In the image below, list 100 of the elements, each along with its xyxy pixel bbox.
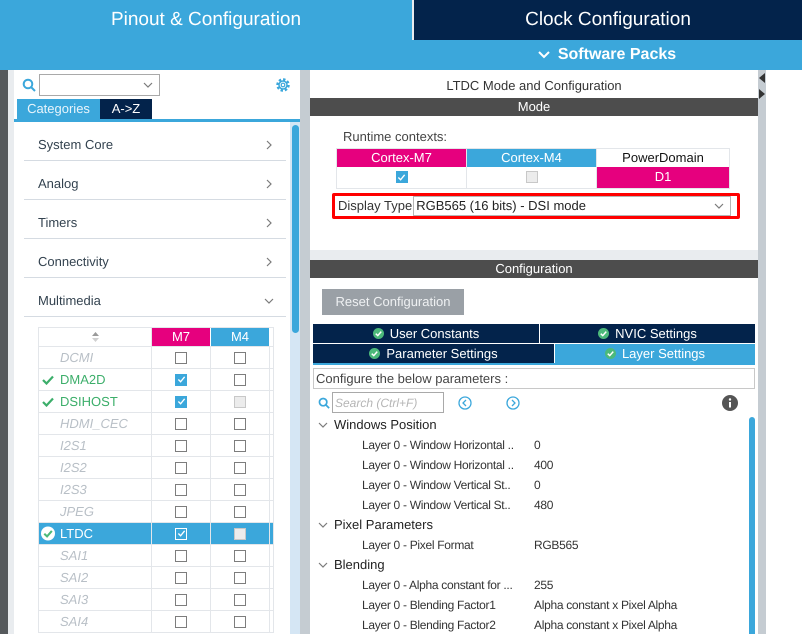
peripheral-row[interactable]: I2S1 bbox=[39, 434, 273, 456]
category-item[interactable]: Timers bbox=[24, 200, 286, 239]
check-circle-icon bbox=[372, 328, 384, 339]
column-header: M4 bbox=[211, 328, 270, 346]
peripheral-row[interactable]: I2S3 bbox=[39, 478, 273, 500]
peripheral-row[interactable]: HDMI_CEC bbox=[39, 412, 273, 434]
parameter-value: 0 bbox=[534, 437, 540, 454]
chevron-down-icon bbox=[318, 420, 328, 430]
peripheral-name: JPEG bbox=[60, 502, 94, 521]
check-icon bbox=[42, 374, 54, 384]
scrollbar-thumb[interactable] bbox=[749, 417, 755, 634]
checkbox[interactable] bbox=[175, 440, 187, 452]
category-item[interactable]: Multimedia bbox=[24, 278, 286, 317]
peripheral-name: LTDC bbox=[60, 524, 93, 543]
group-row[interactable]: Windows Position bbox=[310, 415, 746, 435]
checkbox[interactable] bbox=[234, 462, 246, 474]
category-item[interactable]: Connectivity bbox=[24, 239, 286, 278]
reset-configuration-button[interactable]: Reset Configuration bbox=[322, 289, 464, 315]
peripheral-name: SAI2 bbox=[60, 568, 88, 587]
group-row[interactable]: Blending bbox=[310, 555, 746, 575]
chevron-down-icon bbox=[318, 560, 328, 570]
peripheral-row[interactable]: SAI3 bbox=[39, 588, 273, 610]
display-type-label: Display Type bbox=[338, 196, 412, 215]
scrollbar-thumb[interactable] bbox=[292, 125, 298, 333]
checkbox[interactable] bbox=[234, 550, 246, 562]
config-tab[interactable]: Layer Settings bbox=[555, 344, 755, 363]
next-icon[interactable] bbox=[506, 396, 520, 410]
chevron-right-icon bbox=[264, 140, 274, 150]
context-header: Cortex-M4 bbox=[467, 148, 596, 166]
config-tab[interactable]: NVIC Settings bbox=[540, 324, 755, 343]
parameters-hint: Configure the below parameters : bbox=[313, 368, 755, 389]
parameter-name: Layer 0 - Window Vertical St.. bbox=[362, 477, 512, 494]
peripheral-name: SAI4 bbox=[60, 612, 88, 631]
search-field[interactable]: Search (Ctrl+F) bbox=[332, 392, 444, 413]
checkbox[interactable] bbox=[175, 374, 187, 386]
top-tab[interactable]: Clock Configuration bbox=[414, 0, 802, 40]
peripheral-row[interactable]: I2S2 bbox=[39, 456, 273, 478]
power-domain-value: D1 bbox=[597, 166, 729, 188]
peripheral-name: DSIHOST bbox=[60, 392, 118, 411]
checkbox[interactable] bbox=[234, 594, 246, 606]
chevron-down-icon bbox=[714, 200, 724, 210]
category-item[interactable]: System Core bbox=[24, 122, 286, 161]
config-tab[interactable]: User Constants bbox=[313, 324, 539, 343]
checkbox[interactable] bbox=[175, 418, 187, 430]
parameter-name: Layer 0 - Window Vertical St.. bbox=[362, 497, 512, 514]
previous-icon[interactable] bbox=[458, 396, 472, 410]
peripheral-row[interactable]: SAI2 bbox=[39, 566, 273, 588]
checkbox[interactable] bbox=[175, 550, 187, 562]
parameter-name: Layer 0 - Alpha constant for ... bbox=[362, 577, 514, 594]
peripheral-row[interactable]: JPEG bbox=[39, 500, 273, 522]
peripheral-name: I2S1 bbox=[60, 436, 87, 455]
parameter-value: RGB565 bbox=[534, 537, 578, 554]
chevron-right-icon bbox=[264, 257, 274, 267]
peripheral-row[interactable]: DSIHOST bbox=[39, 390, 273, 412]
chevron-right-icon bbox=[264, 218, 274, 228]
display-type-dropdown[interactable]: RGB565 (16 bits) - DSI mode bbox=[413, 196, 731, 216]
parameter-value: 255 bbox=[534, 577, 554, 594]
group-row[interactable]: Pixel Parameters bbox=[310, 515, 746, 535]
category-item[interactable]: Analog bbox=[24, 161, 286, 200]
checkbox[interactable] bbox=[175, 616, 187, 628]
checkbox[interactable] bbox=[175, 352, 187, 364]
checkbox[interactable] bbox=[234, 418, 246, 430]
checkbox[interactable] bbox=[234, 374, 246, 386]
parameter-name: Layer 0 - Blending Factor2 bbox=[362, 617, 497, 634]
checkbox[interactable] bbox=[234, 616, 246, 628]
chevron-down-icon bbox=[143, 80, 153, 90]
panel-title: LTDC Mode and Configuration bbox=[445, 77, 623, 95]
top-tab[interactable]: Pinout & Configuration bbox=[0, 0, 412, 40]
parameter-value: Alpha constant x Pixel Alpha bbox=[534, 617, 678, 634]
checkbox[interactable] bbox=[234, 484, 246, 496]
runtime-label: Runtime contexts: bbox=[343, 128, 448, 146]
checkbox[interactable] bbox=[234, 572, 246, 584]
peripheral-name: I2S2 bbox=[60, 458, 87, 477]
checkbox[interactable] bbox=[234, 506, 246, 518]
peripheral-row[interactable]: DMA2D bbox=[39, 368, 273, 390]
info-icon[interactable] bbox=[722, 394, 738, 410]
checkbox[interactable] bbox=[175, 594, 187, 606]
parameter-name: Layer 0 - Window Horizontal .. bbox=[362, 437, 515, 454]
peripheral-row[interactable]: SAI1 bbox=[39, 544, 273, 566]
checkbox[interactable] bbox=[234, 352, 246, 364]
checkbox[interactable] bbox=[175, 506, 187, 518]
section-header: Configuration bbox=[310, 260, 758, 278]
parameter-value: 480 bbox=[534, 497, 554, 514]
checkbox[interactable] bbox=[175, 484, 187, 496]
checkbox[interactable] bbox=[234, 440, 246, 452]
check-circle-icon bbox=[604, 348, 616, 359]
sort-icon[interactable] bbox=[92, 332, 98, 342]
peripheral-name: SAI1 bbox=[60, 546, 88, 565]
view-tab[interactable]: A->Z bbox=[100, 99, 152, 119]
settings-icon[interactable] bbox=[274, 76, 292, 94]
checkbox[interactable] bbox=[175, 396, 187, 408]
peripheral-row[interactable]: SAI4 bbox=[39, 610, 273, 632]
config-tab[interactable]: Parameter Settings bbox=[313, 344, 554, 363]
view-tab[interactable]: Categories bbox=[17, 99, 100, 119]
column-header: M7 bbox=[152, 328, 211, 346]
peripheral-row[interactable]: DCMI bbox=[39, 346, 273, 368]
search-dropdown[interactable] bbox=[39, 74, 160, 96]
checkbox[interactable] bbox=[396, 171, 408, 183]
checkbox[interactable] bbox=[175, 572, 187, 584]
checkbox[interactable] bbox=[175, 462, 187, 474]
